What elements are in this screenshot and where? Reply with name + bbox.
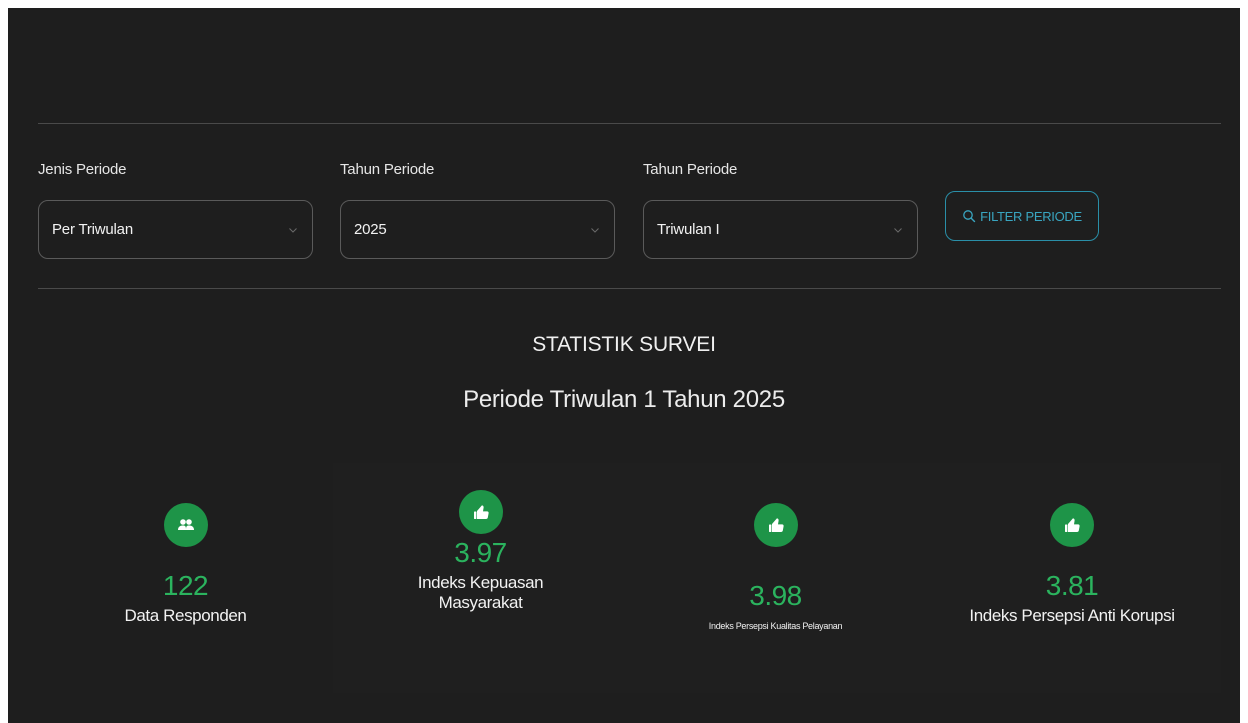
stat-label: Indeks Persepsi Kualitas Pelayanan bbox=[708, 621, 843, 631]
filter-tahun-periode: Tahun Periode 2025 bbox=[340, 158, 615, 259]
filter-triwulan-label: Tahun Periode bbox=[643, 161, 738, 178]
stat-label: Indeks Persepsi Anti Korupsi bbox=[969, 606, 1175, 625]
stat-card-anti-korupsi: 3.81 Indeks Persepsi Anti Korupsi bbox=[923, 463, 1221, 693]
filter-jenis-label: Jenis Periode bbox=[38, 161, 127, 178]
stat-card-responden: 122 Data Responden bbox=[38, 463, 333, 693]
thumbs-up-icon bbox=[753, 503, 798, 547]
filter-periode-button[interactable]: FILTER PERIODE bbox=[945, 191, 1099, 241]
chevron-down-icon bbox=[894, 227, 902, 233]
thumbs-up-icon bbox=[458, 490, 503, 534]
stat-value: 3.97 bbox=[454, 537, 507, 568]
tahun-periode-select[interactable]: 2025 bbox=[340, 200, 615, 259]
chevron-down-icon bbox=[591, 227, 599, 233]
tahun-periode-value: 2025 bbox=[354, 221, 387, 238]
stats-title: STATISTIK SURVEI bbox=[532, 333, 716, 356]
chevron-down-icon bbox=[289, 227, 297, 233]
triwulan-value: Triwulan I bbox=[657, 221, 720, 238]
filter-jenis-periode: Jenis Periode Per Triwulan bbox=[38, 158, 313, 259]
stat-card-kepuasan: 3.97 Indeks Kepuasan Masyarakat bbox=[333, 463, 628, 693]
top-divider bbox=[38, 123, 1221, 124]
thumbs-up-icon bbox=[1050, 503, 1094, 547]
stats-subtitle: Periode Triwulan 1 Tahun 2025 bbox=[463, 386, 785, 413]
stat-value: 3.81 bbox=[1045, 570, 1099, 601]
filter-tahun-label: Tahun Periode bbox=[340, 161, 435, 178]
stat-label: Data Responden bbox=[124, 606, 247, 625]
stat-value: 122 bbox=[162, 570, 209, 601]
app-panel: Jenis Periode Per Triwulan Tahun Periode… bbox=[8, 8, 1240, 723]
users-icon bbox=[163, 503, 208, 547]
triwulan-select[interactable]: Triwulan I bbox=[643, 200, 918, 259]
jenis-periode-value: Per Triwulan bbox=[52, 221, 133, 238]
jenis-periode-select[interactable]: Per Triwulan bbox=[38, 200, 313, 259]
stat-value: 3.98 bbox=[749, 580, 802, 611]
stat-card-kualitas-pelayanan: 3.98 Indeks Persepsi Kualitas Pelayanan bbox=[628, 463, 923, 693]
stat-label: Indeks Kepuasan Masyarakat bbox=[417, 573, 544, 612]
middle-divider bbox=[38, 288, 1221, 289]
search-icon bbox=[963, 210, 976, 223]
filter-periode-label: FILTER PERIODE bbox=[980, 208, 1082, 224]
filter-triwulan: Tahun Periode Triwulan I bbox=[643, 158, 918, 259]
